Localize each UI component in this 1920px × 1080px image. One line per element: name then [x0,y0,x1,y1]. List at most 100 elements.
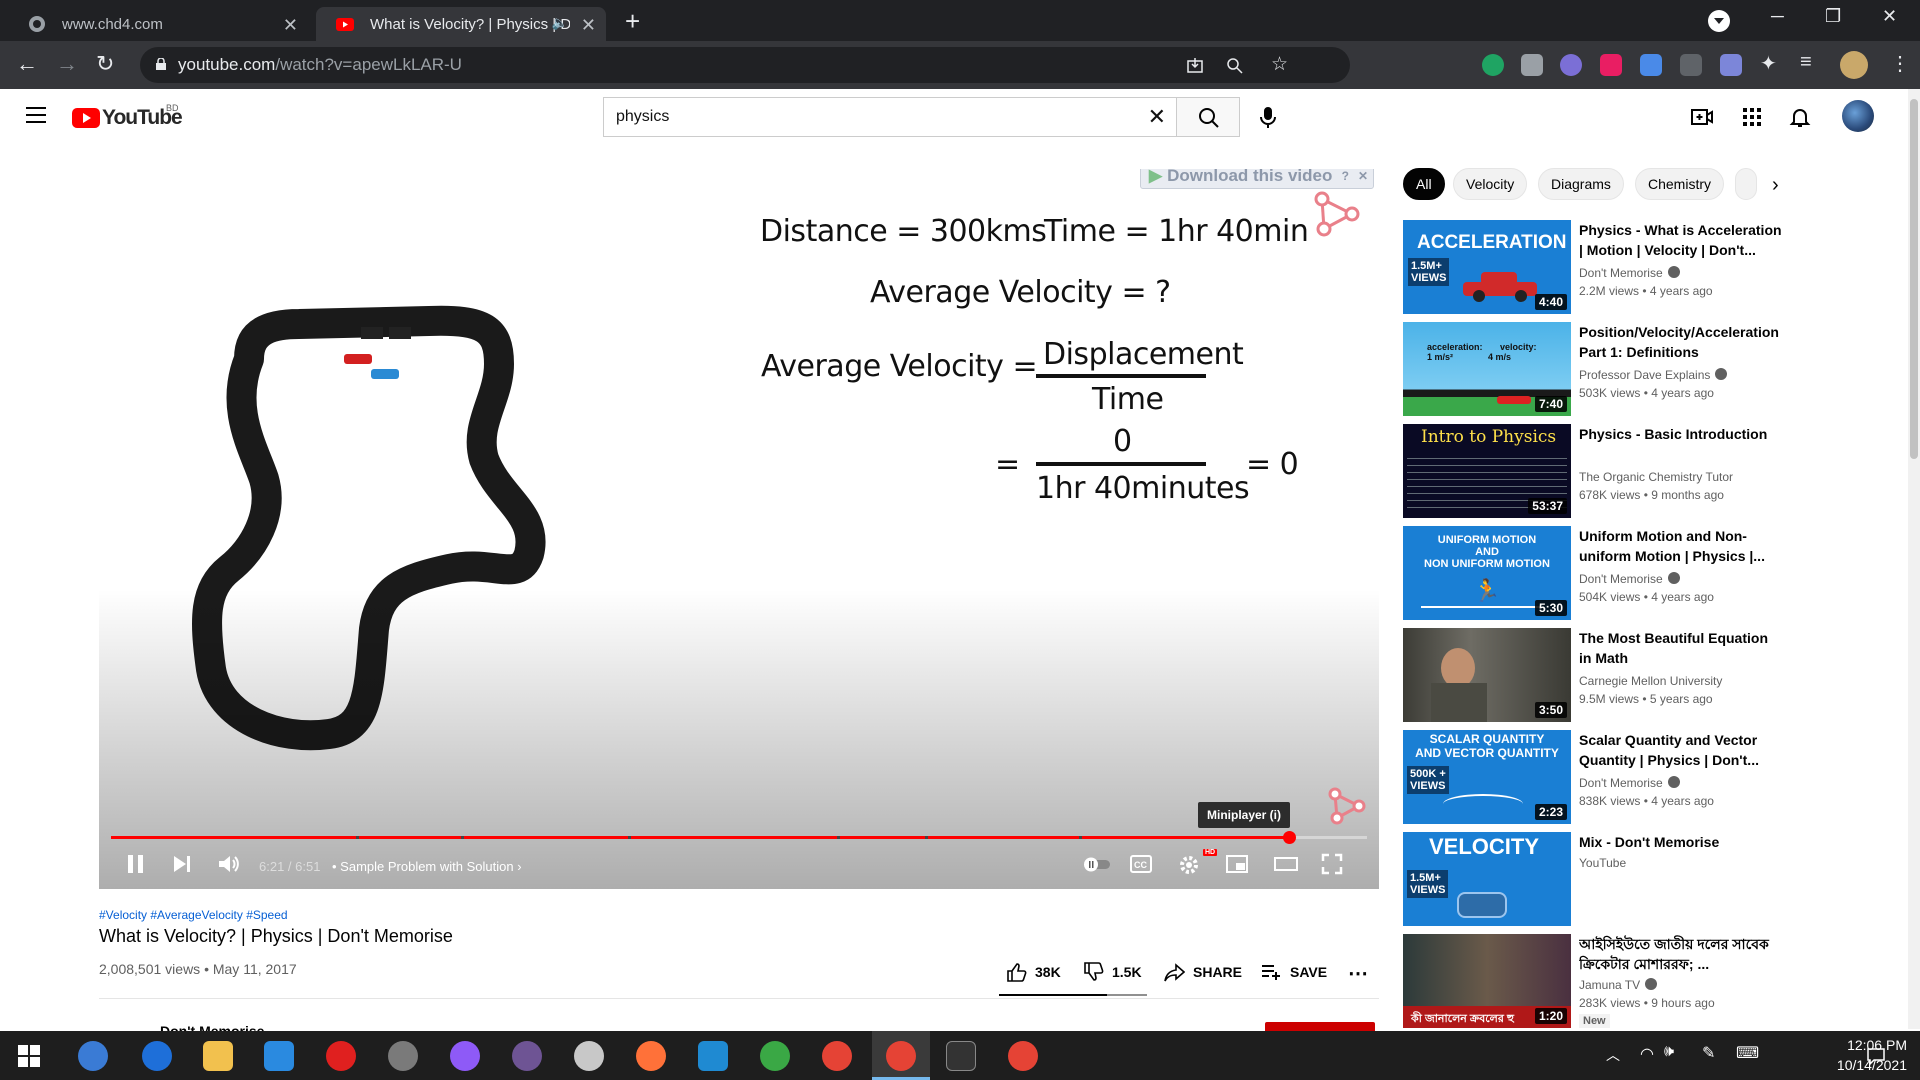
vscode-icon[interactable] [698,1041,728,1071]
video-player[interactable]: Distance = 300kms Time = 1hr 40min Avera… [99,169,1379,889]
puzzle-extensions-icon[interactable]: ✦ [1760,51,1777,76]
recommendation-item[interactable]: UNIFORM MOTION AND NON UNIFORM MOTION 🏃 … [1403,526,1773,622]
close-tab-icon[interactable]: ✕ [283,15,298,36]
firefox-icon[interactable] [636,1041,666,1071]
profile-avatar-icon[interactable] [1840,51,1868,79]
tab-chd4[interactable]: www.chd4.com ✕ [8,7,308,41]
install-icon[interactable] [1186,57,1204,75]
camera-extension-icon[interactable] [1521,54,1543,76]
settings-gear-icon[interactable] [1177,853,1201,877]
video-thumbnail[interactable]: acceleration: velocity: 1 m/s² 4 m/s 7:4… [1403,322,1571,416]
chrome-menu-icon[interactable]: ⋮ [1890,51,1910,76]
reading-list-icon[interactable]: ≡ [1800,51,1812,74]
grammarly-extension-icon[interactable] [1482,54,1504,76]
volume-icon[interactable] [217,853,241,875]
more-actions-icon[interactable]: ⋯ [1348,961,1368,986]
edge-icon[interactable] [142,1041,172,1071]
captions-icon[interactable]: CC [1129,853,1153,875]
theater-mode-icon[interactable] [1273,853,1299,875]
app-icon[interactable] [574,1041,604,1071]
search-button[interactable] [1176,97,1240,137]
extension-icon[interactable] [1680,54,1702,76]
channel-name[interactable]: Don't Memorise [160,1023,264,1031]
hashtags[interactable]: #Velocity #AverageVelocity #Speed [99,908,288,922]
chip-all[interactable]: All [1403,168,1445,200]
chip-diagrams[interactable]: Diagrams [1538,168,1624,200]
notifications-icon[interactable] [1866,1046,1886,1066]
clear-search-icon[interactable]: ✕ [1148,104,1166,130]
microphone-icon[interactable] [1252,101,1284,133]
new-tab-icon[interactable]: + [625,6,640,37]
scrubber-handle[interactable] [1282,831,1296,844]
recommendation-item[interactable]: VELOCITY 1.5M+ VIEWS Mix - Don't Memoris… [1403,832,1773,928]
download-video-bar[interactable]: ▶ Download this video ? ✕ [1140,169,1374,189]
bookmark-star-icon[interactable]: ☆ [1271,53,1288,76]
video-thumbnail[interactable]: VELOCITY 1.5M+ VIEWS [1403,832,1571,926]
video-thumbnail[interactable]: SCALAR QUANTITY AND VECTOR QUANTITY 500K… [1403,730,1571,824]
opera-icon[interactable] [326,1041,356,1071]
recommendation-item[interactable]: ACCELERATION 1.5M+ VIEWS 4:40 Physics - … [1403,220,1782,316]
github-icon[interactable] [512,1041,542,1071]
fullscreen-icon[interactable] [1321,853,1343,875]
pen-icon[interactable]: ✎ [1702,1043,1715,1063]
video-thumbnail[interactable]: UNIFORM MOTION AND NON UNIFORM MOTION 🏃 … [1403,526,1571,620]
video-thumbnail[interactable]: 3:50 [1403,628,1571,722]
keyboard-icon[interactable]: ⌨ [1736,1043,1759,1063]
video-thumbnail[interactable]: কী জানালেন ক্রবলের হু 1:20 [1403,934,1571,1028]
speaker-icon[interactable]: 🕪 [1664,1043,1674,1061]
recommendation-item[interactable]: acceleration: velocity: 1 m/s² 4 m/s 7:4… [1403,322,1779,418]
miniplayer-icon[interactable] [1225,853,1249,875]
terminal-icon[interactable] [946,1041,976,1071]
pen-extension-icon[interactable] [1720,54,1742,76]
scrollbar-thumb[interactable] [1910,99,1918,459]
extension-icon[interactable] [1560,54,1582,76]
address-bar[interactable]: youtube.com/watch?v=apewLkLAR-U ☆ [140,47,1350,83]
chrome-icon[interactable] [1008,1041,1038,1071]
wifi-icon[interactable]: ◠ [1640,1044,1654,1064]
close-download-icon[interactable]: ✕ [1358,169,1368,183]
share-button[interactable]: SHARE [1163,961,1242,983]
play-extension-icon[interactable] [1600,54,1622,76]
search-input[interactable]: physics [616,108,669,126]
chevron-up-icon[interactable]: ︿ [1606,1045,1620,1065]
recommendation-item[interactable]: 3:50 The Most Beautiful Equation in Math… [1403,628,1773,724]
file-explorer-icon[interactable] [203,1041,233,1071]
window-close-icon[interactable]: ✕ [1882,6,1897,27]
progress-bar[interactable] [111,831,1367,844]
forward-icon[interactable]: → [56,51,78,77]
satellite-app-icon[interactable] [388,1041,418,1071]
windows-start-icon[interactable] [18,1045,40,1067]
minimize-icon[interactable]: ─ [1771,6,1784,27]
create-video-icon[interactable] [1690,105,1714,129]
dislike-button[interactable]: 1.5K [1082,961,1142,983]
chevron-right-icon[interactable]: › [1772,174,1779,197]
user-avatar[interactable] [1842,100,1874,132]
zoom-icon[interactable] [1226,57,1244,75]
chip-velocity[interactable]: Velocity [1453,168,1528,200]
messenger-icon[interactable] [450,1041,480,1071]
download-extension-icon[interactable] [1640,54,1662,76]
recommendation-item[interactable]: Intro to Physics 53:37 Physics - Basic I… [1403,424,1773,520]
chapter-title[interactable]: • Sample Problem with Solution › [332,859,522,874]
chip-partial[interactable] [1735,168,1757,200]
video-thumbnail[interactable]: Intro to Physics 53:37 [1403,424,1571,518]
recommendation-item[interactable]: কী জানালেন ক্রবলের হু 1:20 আইসিইউতে জাতী… [1403,934,1773,1030]
help-icon[interactable]: ? [1342,169,1349,183]
chrome-icon[interactable] [886,1041,916,1071]
like-button[interactable]: 38K [1005,961,1061,983]
recommendation-item[interactable]: SCALAR QUANTITY AND VECTOR QUANTITY 500K… [1403,730,1773,826]
back-icon[interactable]: ← [16,51,38,77]
notifications-bell-icon[interactable] [1788,105,1812,129]
tab-youtube-video[interactable]: What is Velocity? | Physics | D 🔈 ✕ [316,7,606,41]
app-icon[interactable] [760,1041,790,1071]
chrome-icon[interactable] [822,1041,852,1071]
close-tab-icon[interactable]: ✕ [581,15,596,36]
autoplay-toggle[interactable] [1082,853,1114,875]
tab-audio-icon[interactable]: 🔈 [552,15,568,31]
restore-icon[interactable]: ❐ [1825,6,1841,27]
apps-grid-icon[interactable] [1740,105,1764,129]
pause-icon[interactable] [125,853,147,875]
save-button[interactable]: SAVE [1260,961,1327,983]
next-video-icon[interactable] [171,853,193,875]
system-clock[interactable]: 12:06 PM 10/14/2021 [1812,1035,1907,1075]
